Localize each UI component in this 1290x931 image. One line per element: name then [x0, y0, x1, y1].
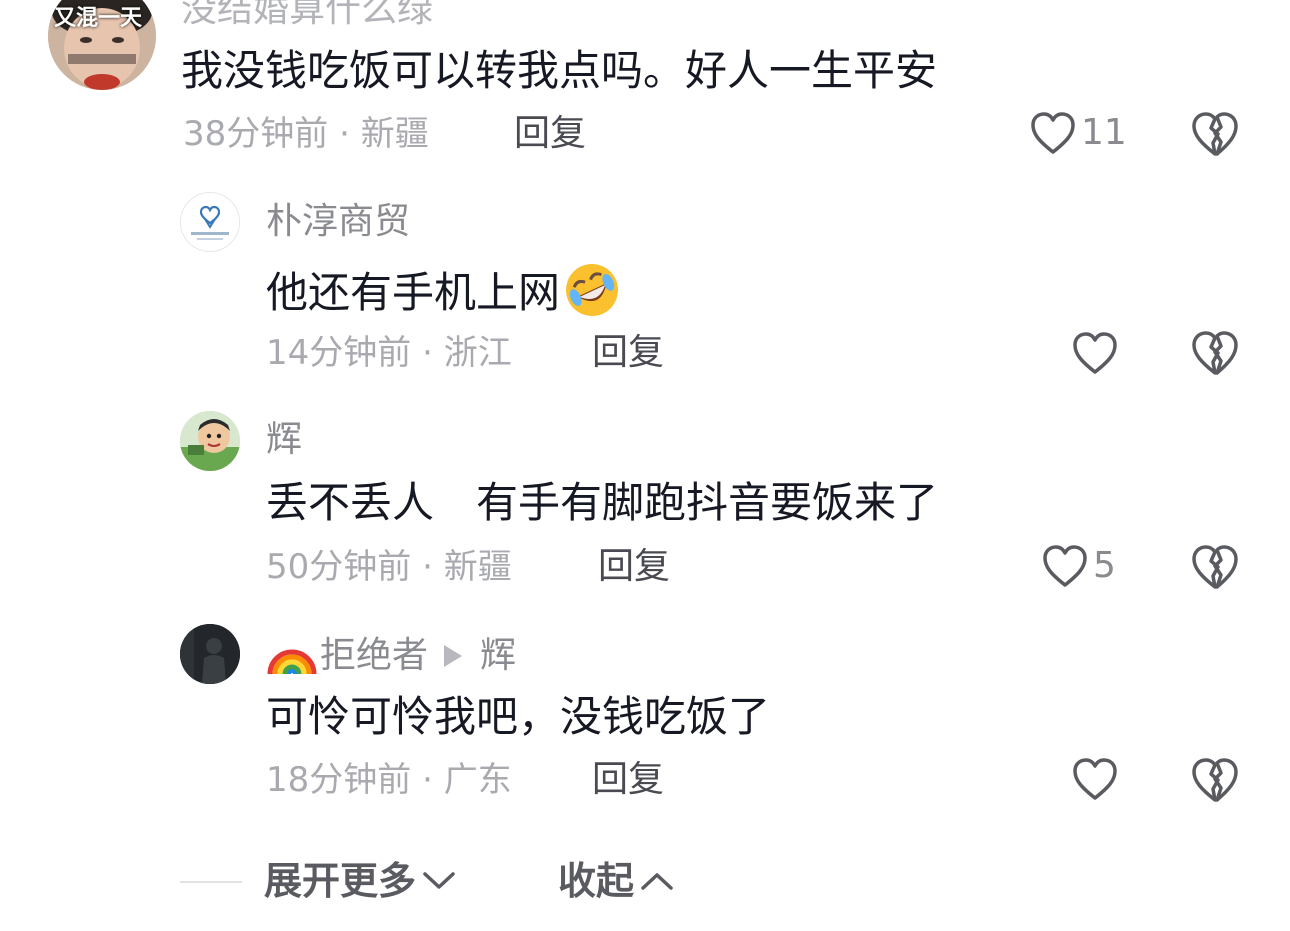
comment-location: 新疆: [443, 547, 512, 587]
reply-to-arrow-icon: [444, 645, 463, 667]
collapse-button[interactable]: 收起: [558, 862, 674, 900]
comment-meta-2: 14分钟前 · 浙江: [266, 336, 512, 370]
expand-more-button[interactable]: 展开更多: [264, 862, 456, 900]
meta-separator: ·: [411, 760, 444, 800]
broken-heart-icon: [1192, 758, 1238, 802]
collapse-label: 收起: [558, 859, 635, 903]
like-button-4[interactable]: [1071, 756, 1123, 802]
broken-heart-icon: [1192, 112, 1238, 156]
dislike-button-4[interactable]: [1190, 756, 1240, 808]
dislike-button-3[interactable]: [1190, 543, 1240, 595]
reply-button-4[interactable]: 回复: [592, 762, 664, 798]
dislike-button-1[interactable]: [1190, 110, 1240, 162]
commenter-name-4[interactable]: 拒绝者: [320, 638, 428, 674]
avatar-commenter-4[interactable]: [180, 624, 240, 684]
rolling-on-floor-laughing-emoji: [566, 264, 619, 316]
comment-text-4: 可怜可怜我吧，没钱吃饭了: [266, 692, 771, 741]
comment-text: 他还有手机上网: [266, 268, 561, 317]
comment-location: 新疆: [360, 114, 429, 154]
broken-heart-icon: [1192, 331, 1238, 375]
chevron-down-icon: [423, 872, 455, 889]
commenter-name-3[interactable]: 辉: [266, 422, 302, 458]
commenter-name-1[interactable]: 没结婚算什么绿: [181, 0, 433, 28]
divider-line: [180, 881, 242, 883]
comment-text-3: 丢不丢人 有手有脚跑抖音要饭来了: [266, 478, 939, 527]
like-button-1[interactable]: 11: [1029, 110, 1127, 156]
avatar-commenter-2[interactable]: [180, 192, 240, 252]
commenter-name-4-row: 拒绝者 辉: [266, 634, 516, 678]
reply-to-name[interactable]: 辉: [480, 638, 516, 674]
comment-time: 50分钟前: [266, 547, 412, 587]
comment-time: 18分钟前: [266, 760, 412, 800]
like-button-2[interactable]: [1071, 330, 1123, 376]
meta-separator: ·: [411, 333, 444, 373]
expand-more-label: 展开更多: [264, 859, 417, 903]
comment-location: 广东: [443, 760, 512, 800]
heart-outline-icon: [1073, 332, 1117, 374]
rainbow-emoji: [267, 649, 317, 675]
like-count: 5: [1093, 545, 1116, 586]
comment-meta-1: 38分钟前 · 新疆: [183, 117, 429, 151]
reply-button-3[interactable]: 回复: [598, 549, 670, 585]
comment-meta-4: 18分钟前 · 广东: [266, 763, 512, 797]
avatar-commenter-1[interactable]: 又混一天: [48, 0, 156, 90]
chevron-up-icon: [641, 873, 673, 890]
comment-time: 38分钟前: [183, 114, 329, 154]
meta-separator: ·: [328, 114, 361, 154]
comment-text-2: 他还有手机上网: [266, 264, 622, 320]
comment-location: 浙江: [443, 333, 512, 373]
comment-time: 14分钟前: [266, 333, 412, 373]
avatar-caption: 又混一天: [54, 6, 143, 31]
broken-heart-icon: [1192, 545, 1238, 589]
heart-outline-icon: [1073, 758, 1117, 800]
commenter-name-2[interactable]: 朴淳商贸: [266, 204, 410, 240]
comment-text-1: 我没钱吃饭可以转我点吗。好人一生平安: [181, 46, 938, 95]
dislike-button-2[interactable]: [1190, 329, 1240, 381]
meta-separator: ·: [411, 547, 444, 587]
avatar-commenter-3[interactable]: [180, 411, 240, 471]
heart-outline-icon: [1031, 112, 1075, 154]
heart-outline-icon: [1043, 545, 1087, 587]
like-count: 11: [1081, 112, 1127, 153]
like-button-3[interactable]: 5: [1041, 543, 1116, 589]
comment-meta-3: 50分钟前 · 新疆: [266, 550, 512, 584]
reply-button-1[interactable]: 回复: [514, 116, 586, 152]
reply-button-2[interactable]: 回复: [592, 335, 664, 371]
